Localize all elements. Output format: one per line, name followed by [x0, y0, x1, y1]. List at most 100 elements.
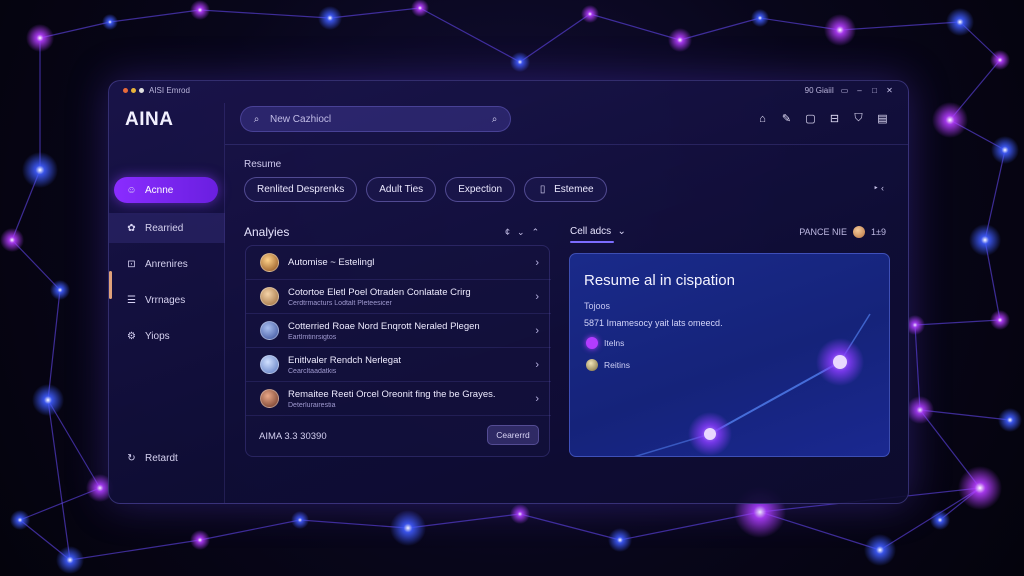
avatar: [260, 355, 279, 374]
sidebar-item-retardt[interactable]: ↻ Retardt: [109, 443, 225, 473]
list-item-title: Cotterried Roae Nord Enqrott Neraled Ple…: [288, 320, 480, 332]
list-item[interactable]: Cotortoe Eletl Poel Otraden Conlatate Cr…: [246, 280, 551, 314]
network-link: [419, 7, 521, 63]
search-submit-icon[interactable]: ⌕: [489, 114, 500, 125]
network-link: [199, 9, 331, 19]
analytics-footer-text: AIMA 3.3 30390: [259, 431, 327, 442]
chip-estemee[interactable]: ▯ Estemee: [524, 177, 607, 202]
document-icon[interactable]: ▢: [805, 113, 816, 125]
network-node: [946, 8, 974, 36]
bookmark-icon: ▯: [539, 184, 546, 195]
network-node: [510, 504, 530, 524]
pen-icon[interactable]: ✎: [781, 113, 792, 125]
chip-label: Estemee: [554, 184, 594, 195]
network-link: [69, 539, 201, 561]
network-node: [958, 466, 1002, 510]
card-option-reitins[interactable]: Reitins: [586, 359, 630, 371]
network-node: [22, 152, 58, 188]
minimize-dot[interactable]: [131, 88, 136, 93]
card-title: Resume al in cispation: [584, 272, 735, 289]
network-node: [969, 224, 1001, 256]
chip-expection[interactable]: Expection: [445, 177, 516, 202]
network-node: [510, 52, 530, 72]
network-node: [190, 0, 210, 20]
chat-icon[interactable]: ▭: [840, 86, 849, 95]
currency-toggle[interactable]: ¢: [505, 227, 510, 238]
app-window: AISI Emrod 90 GiaiiI ▭ – □ ✕ AINA ☺ Acnn…: [108, 80, 909, 504]
network-link: [47, 399, 71, 561]
analytics-controls: ¢ ⌄ ⌃: [505, 227, 539, 238]
panel-meta-label: PANCE NIE: [799, 227, 848, 237]
bot-icon: ☺: [126, 184, 137, 196]
header-divider: [225, 144, 908, 145]
list-item-subtitle: Cearcltaadatkis: [288, 367, 337, 375]
sidebar-item-yiops[interactable]: ⚙ Yiops: [109, 321, 225, 351]
analytics-footer-button[interactable]: Cearerrd: [487, 425, 539, 445]
maximize-icon[interactable]: □: [870, 86, 879, 95]
window-dots: [123, 88, 144, 93]
list-item[interactable]: Enitlvaler Rendch Nerlegat Cearcltaadatk…: [246, 348, 551, 382]
list-item-title: Enitlvaler Rendch Nerlegat: [288, 354, 402, 366]
search-bar[interactable]: ⌕ ⌕: [240, 106, 511, 132]
list-item-subtitle: Eartlmtinrsigtos: [288, 333, 337, 341]
resume-chips: Renlited Desprenks Adult Ties Expection …: [244, 177, 607, 202]
card-text: 5871 Imamesocy yait lats omeecd.: [584, 318, 723, 328]
network-link: [589, 13, 681, 41]
close-dot[interactable]: [123, 88, 128, 93]
list-item-subtitle: Deterlurairestia: [288, 401, 336, 409]
sidebar-item-vrrnages[interactable]: ☰ Vrrnages: [109, 285, 225, 315]
sidebar-item-label: Anrenires: [145, 258, 188, 270]
expand-icon[interactable]: ⌃: [532, 227, 540, 238]
titlebar: AISI Emrod 90 GiaiiI ▭ – □ ✕: [109, 81, 908, 103]
titlebar-status: 90 GiaiiI: [804, 86, 834, 95]
lock-icon: ⊡: [127, 258, 136, 270]
chip-adult-ties[interactable]: Adult Ties: [366, 177, 437, 202]
network-node: [932, 102, 968, 138]
sidebar-item-label: Retardt: [145, 452, 178, 464]
chevron-right-icon: ›: [535, 324, 539, 337]
list-item[interactable]: Automise ~ Estelingl ›: [246, 246, 551, 280]
header-toolbar: ⌂ ✎ ▢ ⊟ ⛉ ▤: [757, 112, 888, 125]
list-item[interactable]: Cotterried Roae Nord Enqrott Neraled Ple…: [246, 314, 551, 348]
network-node: [390, 510, 426, 546]
avatar: [260, 389, 279, 408]
network-link: [47, 289, 61, 401]
network-node: [291, 511, 309, 529]
list-item-title: Automise ~ Estelingl: [288, 257, 375, 268]
sidebar: AINA ☺ Acnne ✿ Rearried ⊡ Anrenires ☰ Vr…: [109, 103, 225, 503]
chevron-right-icon: ›: [535, 392, 539, 405]
option-label: Reitins: [604, 360, 630, 370]
resume-card: Resume al in cispation Tojoos 5871 Imame…: [569, 253, 890, 457]
collapse-icon[interactable]: ⌄: [517, 227, 525, 238]
sidebar-item-active[interactable]: ☺ Acnne: [114, 177, 218, 203]
home-icon[interactable]: ⌂: [757, 113, 768, 125]
shield-icon[interactable]: ⛉: [853, 112, 864, 124]
panel-meta: PANCE NIE 1±9: [799, 226, 886, 238]
analytics-heading: Analyies: [244, 225, 290, 239]
network-link: [329, 7, 421, 19]
save-icon[interactable]: ▤: [877, 113, 888, 125]
network-node: [10, 510, 30, 530]
tab-cell-adcs[interactable]: Cell adcs ⌄: [570, 226, 627, 237]
network-node: [668, 28, 692, 52]
sidebar-item-rearried[interactable]: ✿ Rearried: [109, 213, 225, 243]
minimize-icon[interactable]: –: [855, 86, 864, 95]
search-input[interactable]: [270, 113, 481, 125]
chevron-right-icon: ›: [535, 358, 539, 371]
list-item[interactable]: Remaitee Reeti Orcel Oreonit fing the be…: [246, 382, 551, 416]
sidebar-item-anrenires[interactable]: ⊡ Anrenires: [109, 249, 225, 279]
chips-scroll-control[interactable]: ‣ ‹: [873, 183, 884, 194]
user-avatar[interactable]: [853, 226, 866, 238]
network-node: [930, 510, 950, 530]
network-node: [608, 528, 632, 552]
network-node: [32, 384, 64, 416]
card-option-itelns[interactable]: Itelns: [586, 337, 624, 349]
maximize-dot[interactable]: [139, 88, 144, 93]
sidebar-item-label: Vrrnages: [145, 294, 186, 306]
gear-icon: ⚙: [127, 330, 136, 342]
window-title: AISI Emrod: [149, 86, 190, 95]
close-icon[interactable]: ✕: [885, 86, 894, 95]
network-node: [0, 228, 24, 252]
inbox-icon[interactable]: ⊟: [829, 113, 840, 125]
chip-desprenks[interactable]: Renlited Desprenks: [244, 177, 358, 202]
